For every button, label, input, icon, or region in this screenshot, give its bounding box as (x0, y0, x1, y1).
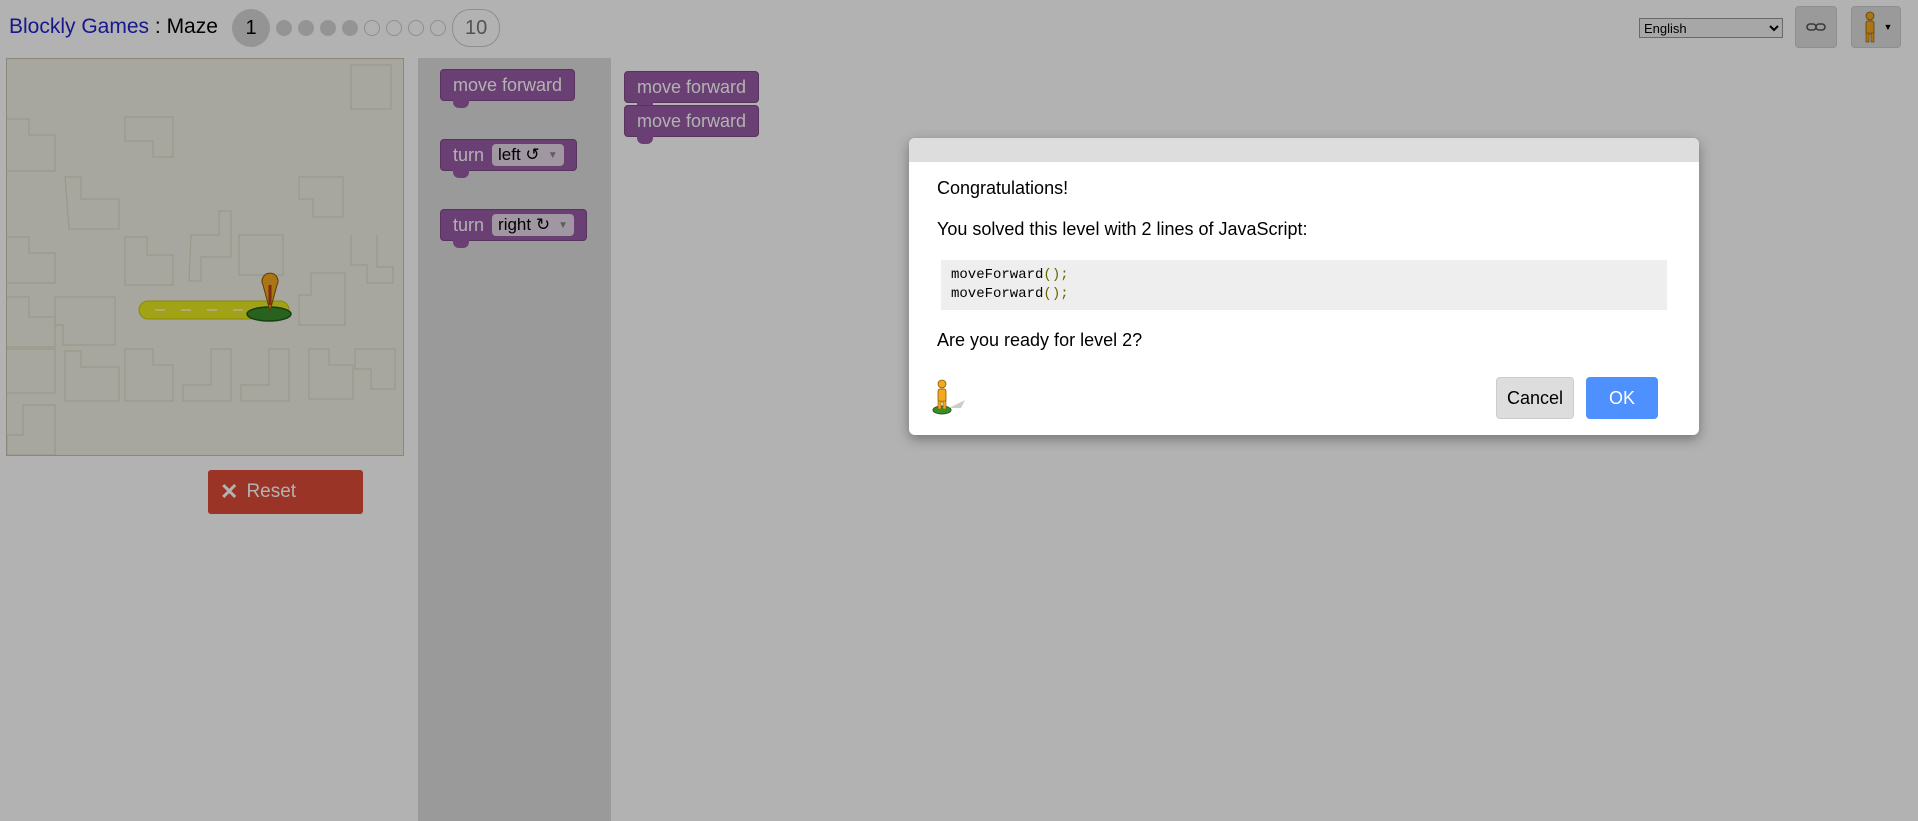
cancel-button[interactable]: Cancel (1496, 377, 1574, 419)
dialog-question: Are you ready for level 2? (937, 330, 1143, 350)
congratulations-dialog: Congratulations! You solved this level w… (909, 138, 1699, 435)
ok-button[interactable]: OK (1586, 377, 1658, 419)
dialog-message: You solved this level with 2 lines of Ja… (937, 219, 1308, 239)
pegman-icon (931, 378, 967, 421)
code-listing: moveForward(); moveForward(); (941, 260, 1667, 310)
dialog-titlebar[interactable] (909, 138, 1699, 162)
dialog-heading: Congratulations! (937, 178, 1069, 198)
code-line: moveForward(); (951, 267, 1069, 283)
code-line: moveForward(); (951, 286, 1069, 302)
dialog-body: Congratulations! You solved this level w… (909, 162, 1699, 351)
